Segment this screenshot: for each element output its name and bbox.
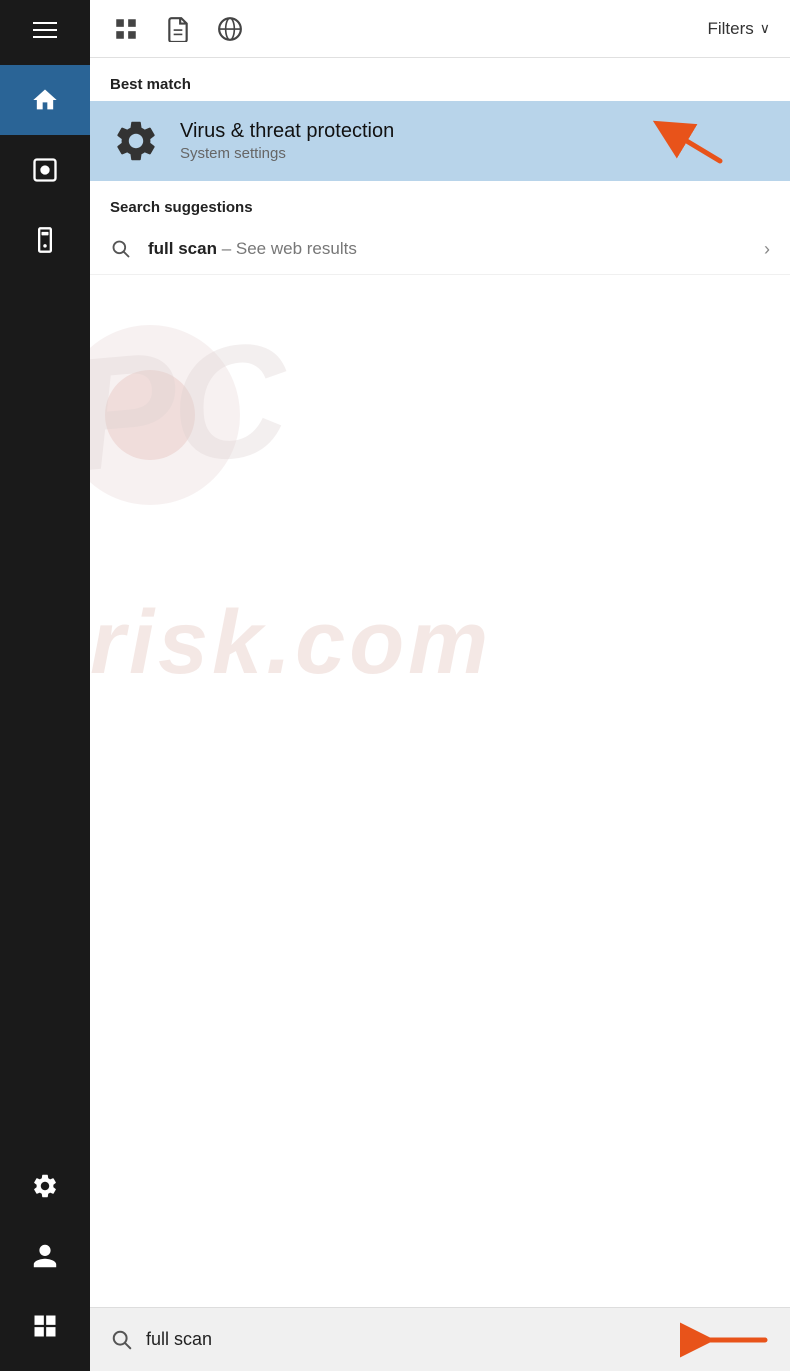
suggestion-extra: – See web results	[217, 239, 357, 258]
grid-view-button[interactable]	[110, 13, 142, 45]
sidebar-item-windows[interactable]	[0, 1291, 90, 1361]
sidebar-item-settings[interactable]	[0, 1151, 90, 1221]
sidebar-item-home[interactable]	[0, 65, 90, 135]
suggestion-item-full-scan[interactable]: full scan – See web results ›	[90, 224, 790, 275]
search-bar	[90, 1307, 790, 1371]
search-suggestion-icon	[110, 238, 132, 260]
filters-label: Filters	[707, 19, 753, 39]
suggestions-section: Search suggestions full scan – See web r…	[90, 181, 790, 275]
search-suggestions-label: Search suggestions	[90, 181, 790, 224]
best-match-item[interactable]: Virus & threat protection System setting…	[90, 101, 790, 181]
watermark-pc: PC	[90, 306, 290, 508]
sidebar-bottom	[0, 1151, 90, 1371]
record-icon	[31, 156, 59, 184]
sidebar-item-record[interactable]	[0, 135, 90, 205]
suggestion-query: full scan	[148, 239, 217, 258]
grid-icon	[113, 16, 139, 42]
chevron-down-icon: ∨	[760, 20, 770, 37]
sidebar-nav	[0, 60, 90, 1151]
watermark-area: PC risk.com	[90, 275, 790, 775]
sidebar	[0, 0, 90, 1371]
user-icon	[31, 1242, 59, 1270]
globe-icon	[217, 16, 243, 42]
best-match-label: Best match	[90, 58, 790, 101]
document-button[interactable]	[162, 13, 194, 45]
sidebar-item-tower[interactable]	[0, 205, 90, 275]
filters-button[interactable]: Filters ∨	[707, 19, 770, 39]
results-area: Best match Virus & threat protection Sys…	[90, 58, 790, 1307]
document-icon	[165, 16, 191, 42]
globe-button[interactable]	[214, 13, 246, 45]
settings-icon	[31, 1172, 59, 1200]
watermark-risk: risk.com	[90, 592, 492, 695]
suggestion-chevron-icon: ›	[764, 239, 770, 260]
toolbar: Filters ∨	[90, 0, 790, 58]
arrow-annotation-up	[650, 111, 730, 171]
tower-icon	[31, 226, 59, 254]
hamburger-icon	[33, 22, 57, 38]
hamburger-menu[interactable]	[0, 0, 90, 60]
virus-protection-icon	[110, 115, 162, 167]
sidebar-item-user[interactable]	[0, 1221, 90, 1291]
search-input[interactable]	[146, 1329, 668, 1350]
home-icon	[31, 86, 59, 114]
windows-icon	[31, 1312, 59, 1340]
search-bar-icon	[110, 1328, 134, 1352]
arrow-annotation-left	[680, 1315, 770, 1365]
suggestion-text: full scan – See web results	[148, 239, 748, 259]
main-content: Filters ∨ Best match Virus & threat prot…	[90, 0, 790, 1371]
